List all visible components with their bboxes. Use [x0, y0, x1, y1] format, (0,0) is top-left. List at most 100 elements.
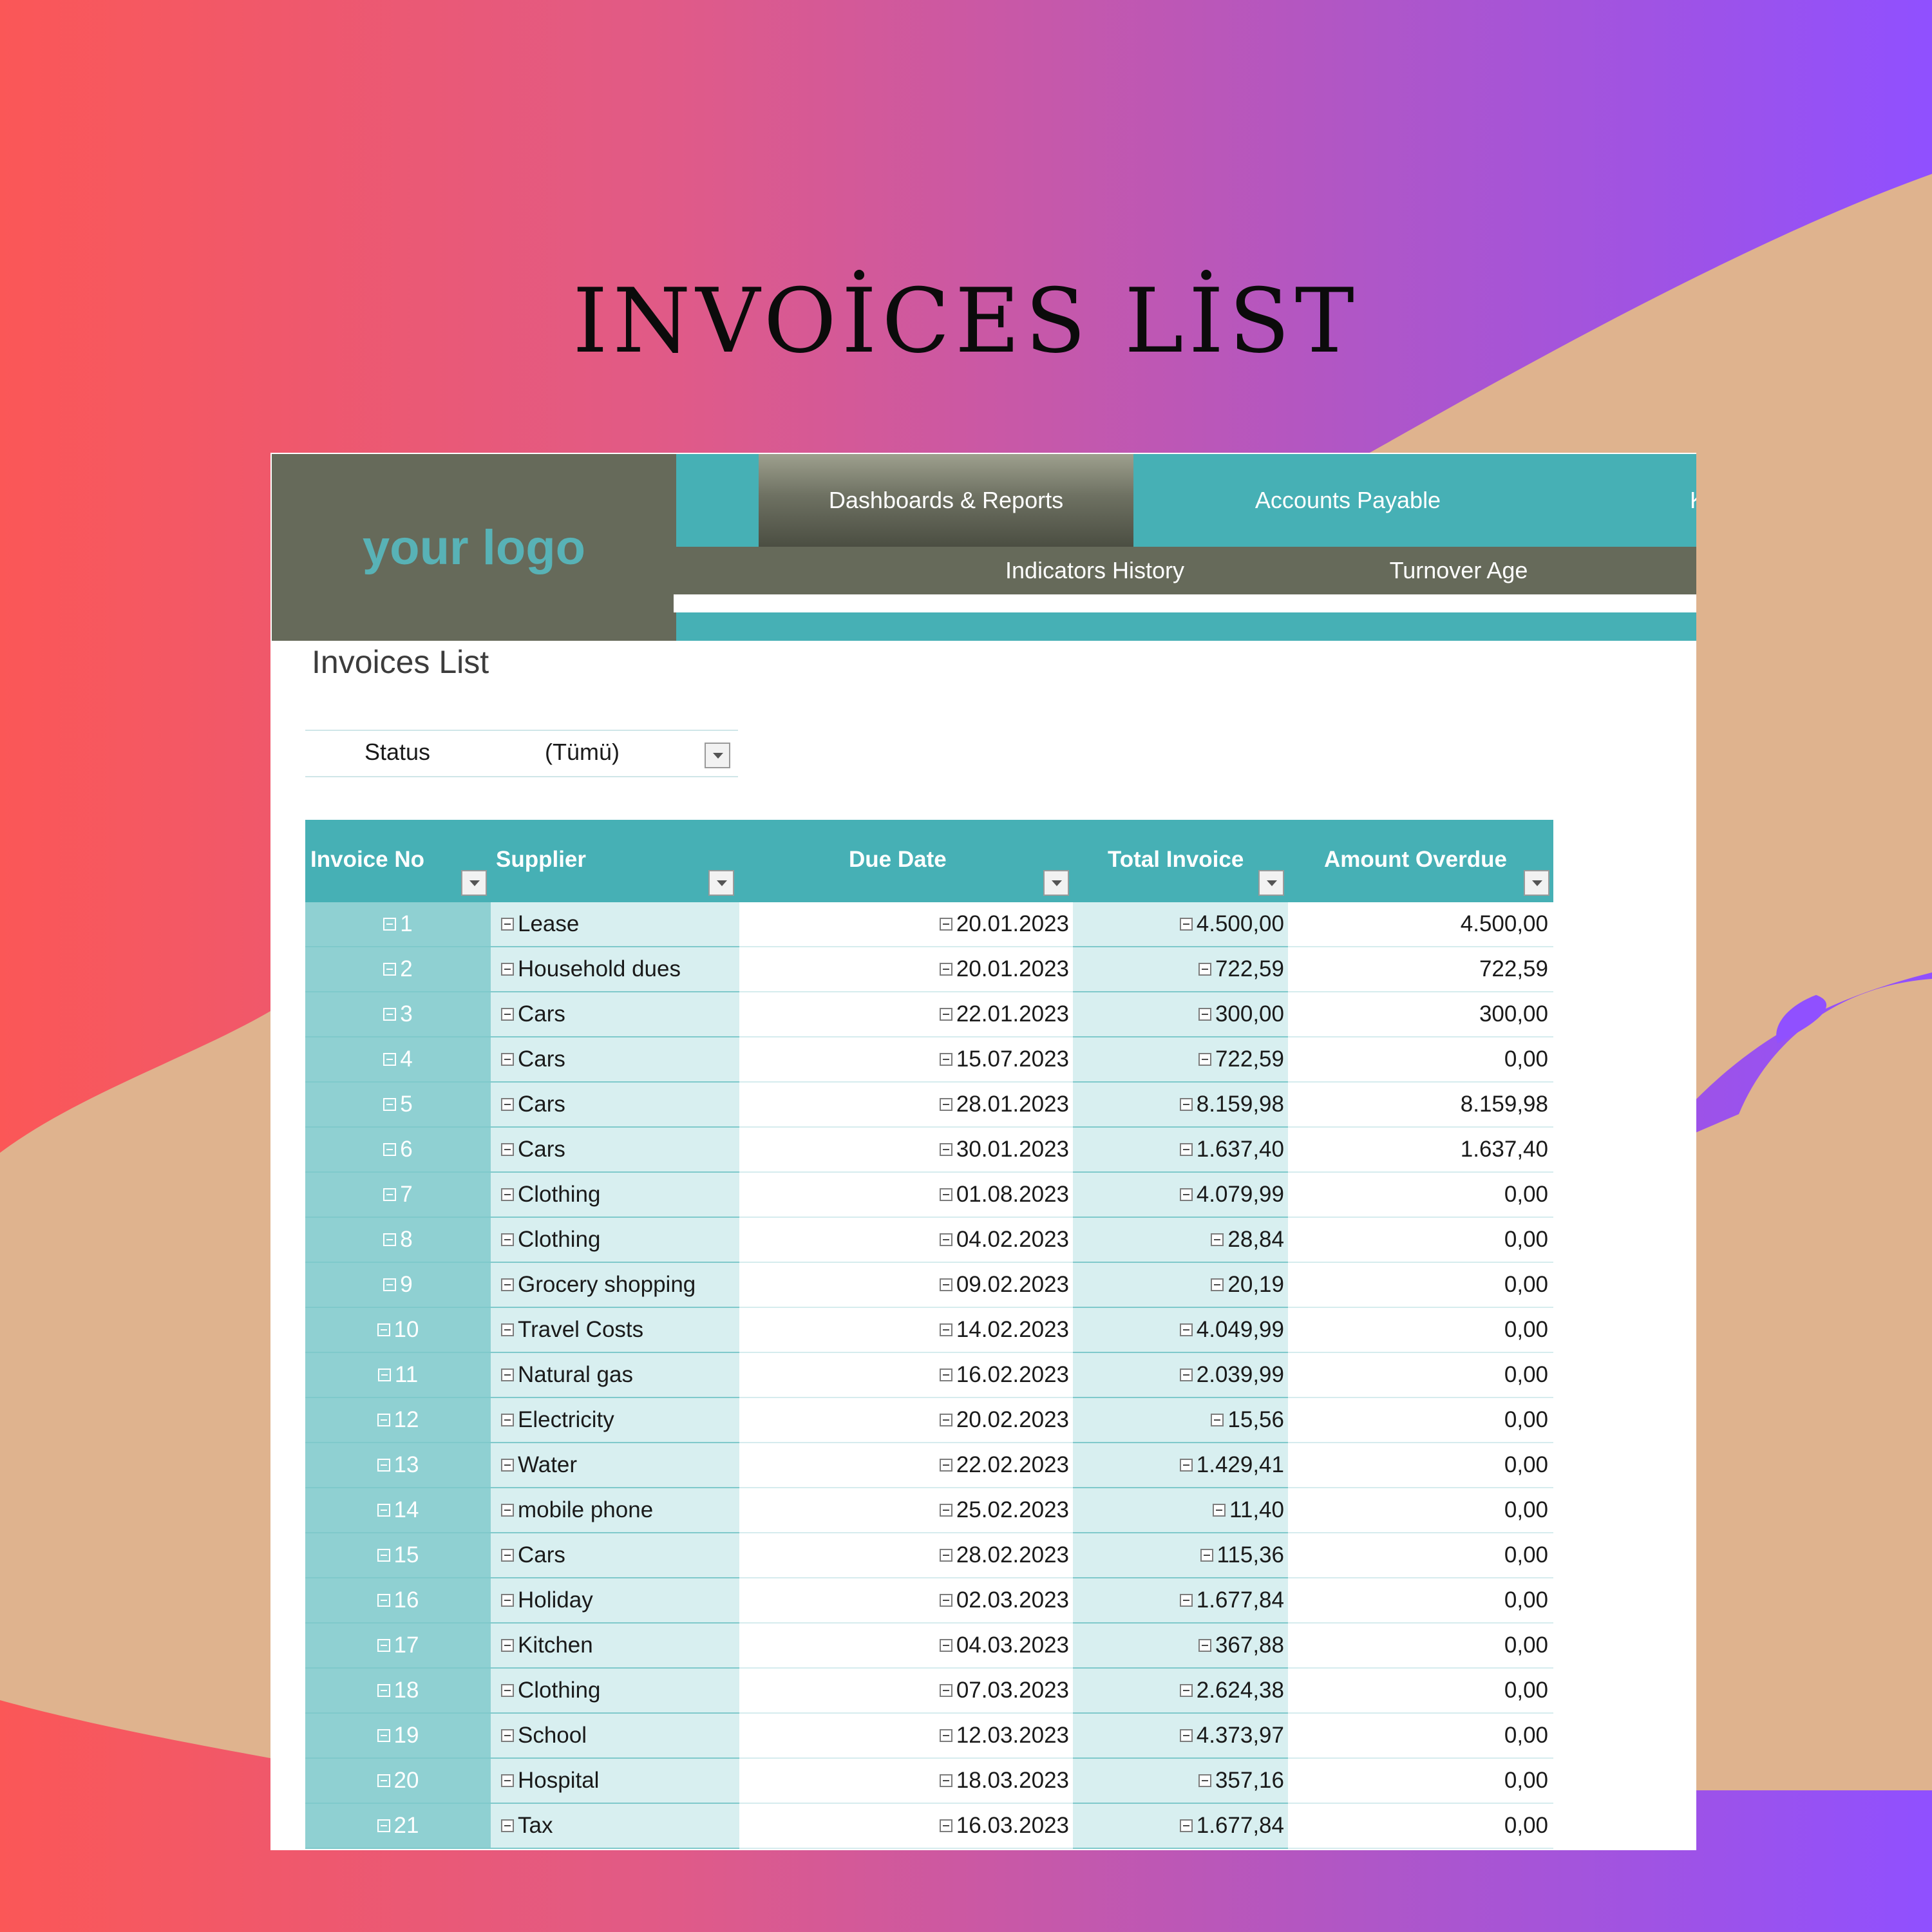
cell-invoice-no[interactable]: 19 [305, 1714, 491, 1759]
minus-icon[interactable] [939, 1368, 952, 1381]
minus-icon[interactable] [939, 1639, 952, 1652]
cell-supplier[interactable]: Cars [491, 1533, 739, 1578]
minus-icon[interactable] [377, 1504, 390, 1517]
minus-icon[interactable] [1198, 1774, 1211, 1787]
chevron-down-icon[interactable] [1258, 870, 1284, 896]
cell-supplier[interactable]: Electricity [491, 1398, 739, 1443]
cell-invoice-no[interactable]: 9 [305, 1263, 491, 1308]
cell-invoice-no[interactable]: 5 [305, 1083, 491, 1128]
chevron-down-icon[interactable] [1043, 870, 1069, 896]
cell-total-invoice[interactable]: 357,16 [1073, 1759, 1288, 1804]
minus-icon[interactable] [501, 1008, 514, 1021]
cell-amount-overdue[interactable]: 0,00 [1288, 1443, 1553, 1488]
minus-icon[interactable] [501, 1323, 514, 1336]
cell-invoice-no[interactable]: 12 [305, 1398, 491, 1443]
minus-icon[interactable] [383, 1053, 397, 1066]
minus-icon[interactable] [501, 1368, 514, 1381]
minus-icon[interactable] [939, 1729, 952, 1742]
minus-icon[interactable] [1198, 1008, 1211, 1021]
minus-icon[interactable] [1179, 1459, 1193, 1472]
cell-due-date[interactable]: 28.01.2023 [739, 1083, 1073, 1128]
cell-total-invoice[interactable]: 722,59 [1073, 947, 1288, 992]
minus-icon[interactable] [939, 1684, 952, 1697]
cell-amount-overdue[interactable]: 0,00 [1288, 1624, 1553, 1669]
cell-supplier[interactable]: Travel Costs [491, 1308, 739, 1353]
minus-icon[interactable] [501, 1549, 514, 1562]
cell-invoice-no[interactable]: 1 [305, 902, 491, 947]
cell-amount-overdue[interactable]: 4.500,00 [1288, 902, 1553, 947]
minus-icon[interactable] [1179, 1729, 1193, 1742]
cell-due-date[interactable]: 04.03.2023 [739, 1624, 1073, 1669]
cell-invoice-no[interactable]: 8 [305, 1218, 491, 1263]
cell-total-invoice[interactable]: 28,84 [1073, 1218, 1288, 1263]
cell-amount-overdue[interactable]: 0,00 [1288, 1714, 1553, 1759]
cell-supplier[interactable]: mobile phone [491, 1488, 739, 1533]
chevron-down-icon[interactable] [1524, 870, 1549, 896]
cell-invoice-no[interactable]: 11 [305, 1353, 491, 1398]
cell-total-invoice[interactable]: 367,88 [1073, 1624, 1288, 1669]
minus-icon[interactable] [383, 1143, 397, 1156]
cell-total-invoice[interactable]: 2.624,38 [1073, 1669, 1288, 1714]
cell-supplier[interactable]: Tax [491, 1804, 739, 1849]
cell-due-date[interactable]: 30.01.2023 [739, 1128, 1073, 1173]
cell-supplier[interactable]: Clothing [491, 1669, 739, 1714]
cell-supplier[interactable]: Kitchen [491, 1624, 739, 1669]
minus-icon[interactable] [939, 1594, 952, 1607]
cell-supplier[interactable]: Cars [491, 1037, 739, 1083]
minus-icon[interactable] [939, 1278, 952, 1291]
minus-icon[interactable] [383, 918, 397, 931]
cell-total-invoice[interactable]: 4.049,99 [1073, 1308, 1288, 1353]
cell-supplier[interactable]: Cars [491, 992, 739, 1037]
cell-due-date[interactable]: 20.02.2023 [739, 1398, 1073, 1443]
minus-icon[interactable] [939, 1098, 952, 1111]
minus-icon[interactable] [939, 1459, 952, 1472]
cell-amount-overdue[interactable]: 0,00 [1288, 1578, 1553, 1624]
minus-icon[interactable] [501, 1639, 514, 1652]
minus-icon[interactable] [501, 1684, 514, 1697]
minus-icon[interactable] [501, 1414, 514, 1426]
minus-icon[interactable] [1198, 963, 1211, 976]
cell-amount-overdue[interactable]: 0,00 [1288, 1037, 1553, 1083]
cell-due-date[interactable]: 04.02.2023 [739, 1218, 1073, 1263]
cell-due-date[interactable]: 20.01.2023 [739, 902, 1073, 947]
cell-due-date[interactable]: 20.01.2023 [739, 947, 1073, 992]
cell-invoice-no[interactable]: 20 [305, 1759, 491, 1804]
cell-invoice-no[interactable]: 17 [305, 1624, 491, 1669]
minus-icon[interactable] [501, 1819, 514, 1832]
cell-amount-overdue[interactable]: 0,00 [1288, 1533, 1553, 1578]
cell-due-date[interactable]: 25.02.2023 [739, 1488, 1073, 1533]
cell-due-date[interactable]: 07.03.2023 [739, 1669, 1073, 1714]
minus-icon[interactable] [501, 1143, 514, 1156]
cell-total-invoice[interactable]: 1.637,40 [1073, 1128, 1288, 1173]
cell-total-invoice[interactable]: 4.373,97 [1073, 1714, 1288, 1759]
minus-icon[interactable] [377, 1684, 390, 1697]
cell-total-invoice[interactable]: 8.159,98 [1073, 1083, 1288, 1128]
minus-icon[interactable] [939, 1774, 952, 1787]
cell-due-date[interactable]: 16.02.2023 [739, 1353, 1073, 1398]
cell-supplier[interactable]: Water [491, 1443, 739, 1488]
subtab-turnover-age[interactable]: Turnover Age [1340, 547, 1578, 594]
minus-icon[interactable] [1211, 1233, 1224, 1246]
cell-total-invoice[interactable]: 1.429,41 [1073, 1443, 1288, 1488]
cell-supplier[interactable]: School [491, 1714, 739, 1759]
minus-icon[interactable] [383, 1188, 397, 1201]
minus-icon[interactable] [939, 1008, 952, 1021]
cell-amount-overdue[interactable]: 0,00 [1288, 1263, 1553, 1308]
minus-icon[interactable] [383, 1008, 397, 1021]
minus-icon[interactable] [939, 1504, 952, 1517]
cell-invoice-no[interactable]: 13 [305, 1443, 491, 1488]
minus-icon[interactable] [501, 1233, 514, 1246]
cell-amount-overdue[interactable]: 300,00 [1288, 992, 1553, 1037]
cell-due-date[interactable]: 01.08.2023 [739, 1173, 1073, 1218]
tab-dashboards-reports[interactable]: Dashboards & Reports [759, 454, 1133, 547]
cell-total-invoice[interactable]: 20,19 [1073, 1263, 1288, 1308]
cell-invoice-no[interactable]: 3 [305, 992, 491, 1037]
cell-invoice-no[interactable]: 16 [305, 1578, 491, 1624]
cell-amount-overdue[interactable]: 8.159,98 [1288, 1083, 1553, 1128]
minus-icon[interactable] [377, 1459, 390, 1472]
minus-icon[interactable] [383, 1233, 397, 1246]
minus-icon[interactable] [1211, 1278, 1224, 1291]
minus-icon[interactable] [1179, 1098, 1193, 1111]
cell-amount-overdue[interactable]: 0,00 [1288, 1759, 1553, 1804]
cell-amount-overdue[interactable]: 0,00 [1288, 1804, 1553, 1849]
